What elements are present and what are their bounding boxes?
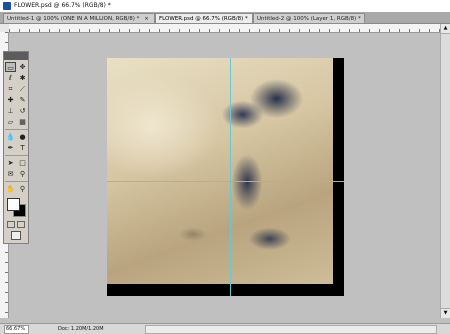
scroll-up-icon[interactable]: ▲ bbox=[441, 24, 450, 34]
tab-label: Untitled-2 @ 100% (Layer 1, RGB/8) * bbox=[257, 16, 361, 22]
panel-grip[interactable] bbox=[4, 52, 28, 60]
tool-grid: ▭ ✥ ℓ ✱ ⌗ ⟋ ✚ ✎ ⊥ ↺ ▱ ▦ 💧 ● ✒ T ➤ □ ✉ ⚲ ✋ ⚲ bbox=[4, 60, 28, 196]
document-size-info[interactable]: Doc: 1.20M/1.20M bbox=[58, 325, 104, 333]
gradient-tool-icon[interactable]: ▦ bbox=[17, 117, 28, 127]
document-canvas[interactable] bbox=[107, 58, 344, 296]
vertical-scrollbar[interactable]: ▲ ▼ bbox=[440, 24, 450, 318]
blur-tool-icon[interactable]: 💧 bbox=[5, 132, 16, 142]
screen-mode-icon[interactable] bbox=[11, 231, 21, 240]
quick-mask-modes bbox=[4, 221, 28, 228]
crop-tool-icon[interactable]: ⌗ bbox=[5, 84, 16, 94]
dodge-tool-icon[interactable]: ● bbox=[17, 132, 28, 142]
tab-flower[interactable]: FLOWER.psd @ 66.7% (RGB/8) * × bbox=[155, 13, 253, 23]
marquee-tool-icon[interactable]: ▭ bbox=[5, 62, 16, 72]
path-selection-tool-icon[interactable]: ➤ bbox=[5, 158, 16, 168]
tab-untitled-1[interactable]: Untitled-1 @ 100% (ONE IN A MILLION, RGB… bbox=[3, 13, 155, 23]
color-swatches bbox=[4, 198, 28, 220]
quick-mask-mode-icon[interactable] bbox=[17, 221, 25, 228]
eyedropper-tool-icon[interactable]: ⚲ bbox=[17, 169, 28, 179]
ink-in-water-photo bbox=[107, 58, 333, 284]
vertical-guide[interactable] bbox=[230, 58, 231, 296]
tool-separator bbox=[5, 181, 28, 182]
photoshop-icon bbox=[3, 2, 11, 10]
tab-label: FLOWER.psd @ 66.7% (RGB/8) * bbox=[159, 16, 248, 22]
history-brush-tool-icon[interactable]: ↺ bbox=[17, 106, 28, 116]
notes-tool-icon[interactable]: ✉ bbox=[5, 169, 16, 179]
scroll-down-icon[interactable]: ▼ bbox=[441, 308, 450, 318]
pen-tool-icon[interactable]: ✒ bbox=[5, 143, 16, 153]
tool-separator bbox=[5, 129, 28, 130]
lasso-tool-icon[interactable]: ℓ bbox=[5, 73, 16, 83]
shape-tool-icon[interactable]: □ bbox=[17, 158, 28, 168]
zoom-tool-icon[interactable]: ⚲ bbox=[17, 184, 28, 194]
tools-panel: ▭ ✥ ℓ ✱ ⌗ ⟋ ✚ ✎ ⊥ ↺ ▱ ▦ 💧 ● ✒ T ➤ □ ✉ ⚲ ✋ ⚲ bbox=[3, 51, 29, 244]
healing-brush-tool-icon[interactable]: ✚ bbox=[5, 95, 16, 105]
eraser-tool-icon[interactable]: ▱ bbox=[5, 117, 16, 127]
document-tab-bar: Untitled-1 @ 100% (ONE IN A MILLION, RGB… bbox=[0, 12, 450, 24]
close-icon[interactable]: × bbox=[144, 16, 149, 22]
foreground-color-swatch[interactable] bbox=[7, 198, 20, 211]
window-title: FLOWER.psd @ 66.7% (RGB/8) * bbox=[14, 2, 111, 9]
zoom-level-field[interactable]: 66.67% bbox=[4, 325, 29, 334]
type-tool-icon[interactable]: T bbox=[17, 143, 28, 153]
clone-stamp-tool-icon[interactable]: ⊥ bbox=[5, 106, 16, 116]
slice-tool-icon[interactable]: ⟋ bbox=[17, 84, 28, 94]
tab-untitled-2[interactable]: Untitled-2 @ 100% (Layer 1, RGB/8) * × bbox=[253, 13, 365, 23]
title-bar: FLOWER.psd @ 66.7% (RGB/8) * bbox=[0, 0, 450, 12]
tab-label: Untitled-1 @ 100% (ONE IN A MILLION, RGB… bbox=[7, 16, 140, 22]
tool-separator bbox=[5, 155, 28, 156]
hand-tool-icon[interactable]: ✋ bbox=[5, 184, 16, 194]
standard-mode-icon[interactable] bbox=[7, 221, 15, 228]
brush-tool-icon[interactable]: ✎ bbox=[17, 95, 28, 105]
horizontal-ruler[interactable] bbox=[9, 24, 450, 33]
status-bar: 66.67% Doc: 1.20M/1.20M bbox=[0, 323, 450, 334]
magic-wand-tool-icon[interactable]: ✱ bbox=[17, 73, 28, 83]
horizontal-guide[interactable] bbox=[107, 181, 344, 182]
horizontal-scrollbar[interactable] bbox=[145, 325, 437, 334]
move-tool-icon[interactable]: ✥ bbox=[17, 62, 28, 72]
